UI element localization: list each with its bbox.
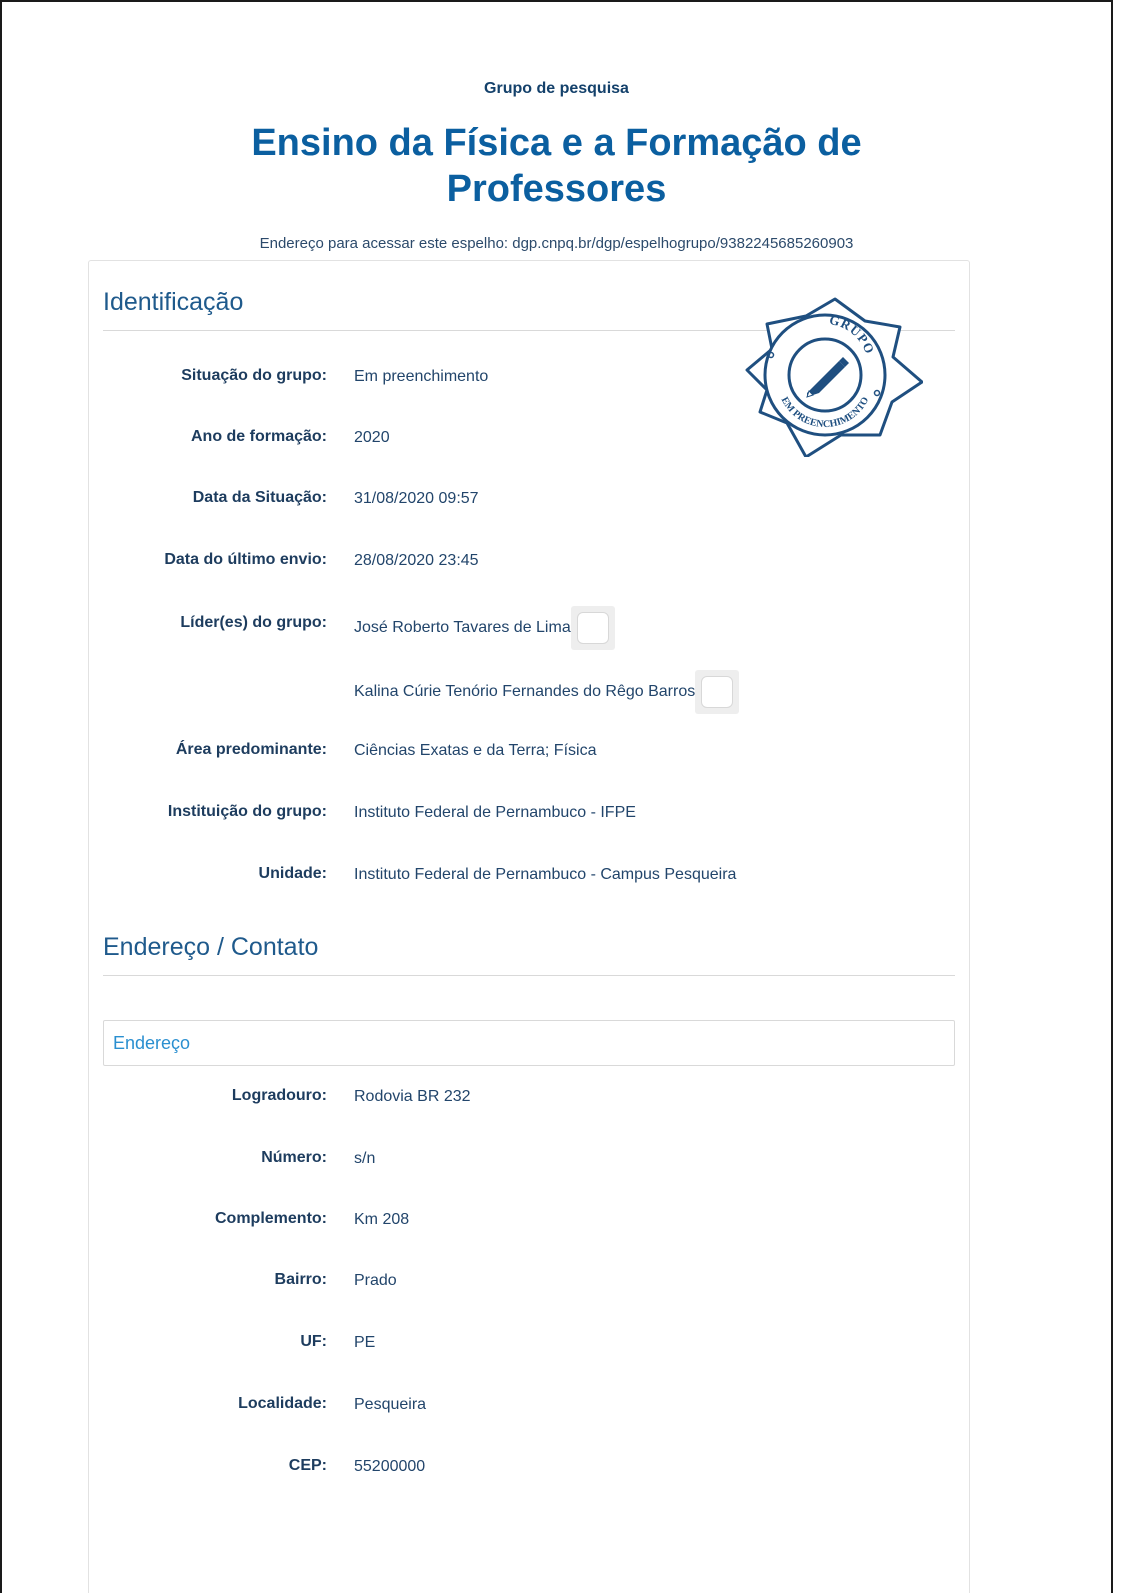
mirror-url: Endereço para acessar este espelho: dgp.…	[259, 235, 854, 252]
page-title-line-2: Professores	[446, 168, 667, 210]
page-title-line-1: Ensino da Física e a Formação de	[251, 122, 862, 164]
ano-label: Ano de formação:	[190, 428, 327, 445]
row-situacao: Situação do grupo: Em preenchimento	[0, 367, 1113, 391]
logradouro-label: Logradouro:	[231, 1087, 327, 1104]
row-localidade: Localidade: Pesqueira	[0, 1395, 1113, 1419]
localidade-label: Localidade:	[238, 1395, 327, 1412]
lattes-icon	[576, 612, 609, 644]
cep-label: CEP:	[288, 1457, 327, 1474]
row-uf: UF: PE	[0, 1333, 1113, 1357]
unidade-value: Instituto Federal de Pernambuco - Campus…	[354, 866, 737, 883]
data-situacao-value: 31/08/2020 09:57	[354, 490, 479, 507]
leader-link[interactable]: José Roberto Tavares de Lima	[354, 619, 571, 637]
section-title-contato: Endereço / Contato	[103, 933, 319, 961]
numero-value: s/n	[354, 1150, 376, 1167]
row-bairro: Bairro: Prado	[0, 1271, 1113, 1295]
instituicao-value: Instituto Federal de Pernambuco - IFPE	[354, 804, 636, 821]
content-card	[88, 260, 970, 1593]
row-ano: Ano de formação: 2020	[0, 428, 1113, 452]
row-unidade: Unidade: Instituto Federal de Pernambuco…	[0, 865, 1113, 889]
row-lideres: Líder(es) do grupo: José Roberto Tavares…	[0, 606, 1113, 650]
lattes-icon	[701, 676, 734, 708]
ano-value: 2020	[354, 429, 390, 446]
row-area: Área predominante: Ciências Exatas e da …	[0, 741, 1113, 765]
data-situacao-label: Data da Situação:	[192, 489, 327, 506]
row-data-situacao: Data da Situação: 31/08/2020 09:57	[0, 489, 1113, 513]
row-instituicao: Instituição do grupo: Instituto Federal …	[0, 803, 1113, 827]
leader-link[interactable]: Kalina Cúrie Tenório Fernandes do Rêgo B…	[354, 683, 695, 701]
address-subpanel: Endereço	[103, 1020, 955, 1066]
logradouro-value: Rodovia BR 232	[354, 1088, 471, 1105]
row-logradouro: Logradouro: Rodovia BR 232	[0, 1087, 1113, 1111]
row-cep: CEP: 55200000	[0, 1457, 1113, 1481]
instituicao-label: Instituição do grupo:	[167, 803, 327, 820]
lattes-curriculum-button[interactable]	[570, 606, 615, 650]
page-kicker: Grupo de pesquisa	[484, 80, 629, 97]
cep-value: 55200000	[354, 1458, 426, 1475]
address-subpanel-title: Endereço	[113, 1033, 191, 1053]
data-envio-label: Data do último envio:	[164, 551, 327, 568]
data-envio-value: 28/08/2020 23:45	[354, 552, 479, 569]
uf-value: PE	[354, 1334, 376, 1351]
page-title: Ensino da Física e a Formação de Profess…	[0, 120, 1113, 212]
localidade-value: Pesqueira	[354, 1396, 427, 1413]
uf-label: UF:	[300, 1333, 327, 1350]
lideres-label: Líder(es) do grupo:	[180, 614, 327, 631]
unidade-label: Unidade:	[258, 865, 327, 882]
bairro-value: Prado	[354, 1272, 397, 1289]
area-value: Ciências Exatas e da Terra; Física	[354, 742, 597, 759]
bairro-label: Bairro:	[274, 1271, 327, 1288]
row-data-envio: Data do último envio: 28/08/2020 23:45	[0, 551, 1113, 575]
row-lider-2: Kalina Cúrie Tenório Fernandes do Rêgo B…	[0, 670, 1113, 714]
lattes-curriculum-button[interactable]	[695, 670, 740, 714]
situacao-value: Em preenchimento	[354, 368, 489, 385]
section-divider	[103, 975, 955, 976]
area-label: Área predominante:	[175, 741, 327, 758]
complemento-value: Km 208	[354, 1211, 410, 1228]
section-title-identificacao: Identificação	[103, 288, 244, 316]
situacao-label: Situação do grupo:	[181, 367, 327, 384]
row-numero: Número: s/n	[0, 1149, 1113, 1173]
complemento-label: Complemento:	[215, 1210, 327, 1227]
numero-label: Número:	[261, 1149, 327, 1166]
row-complemento: Complemento: Km 208	[0, 1210, 1113, 1234]
